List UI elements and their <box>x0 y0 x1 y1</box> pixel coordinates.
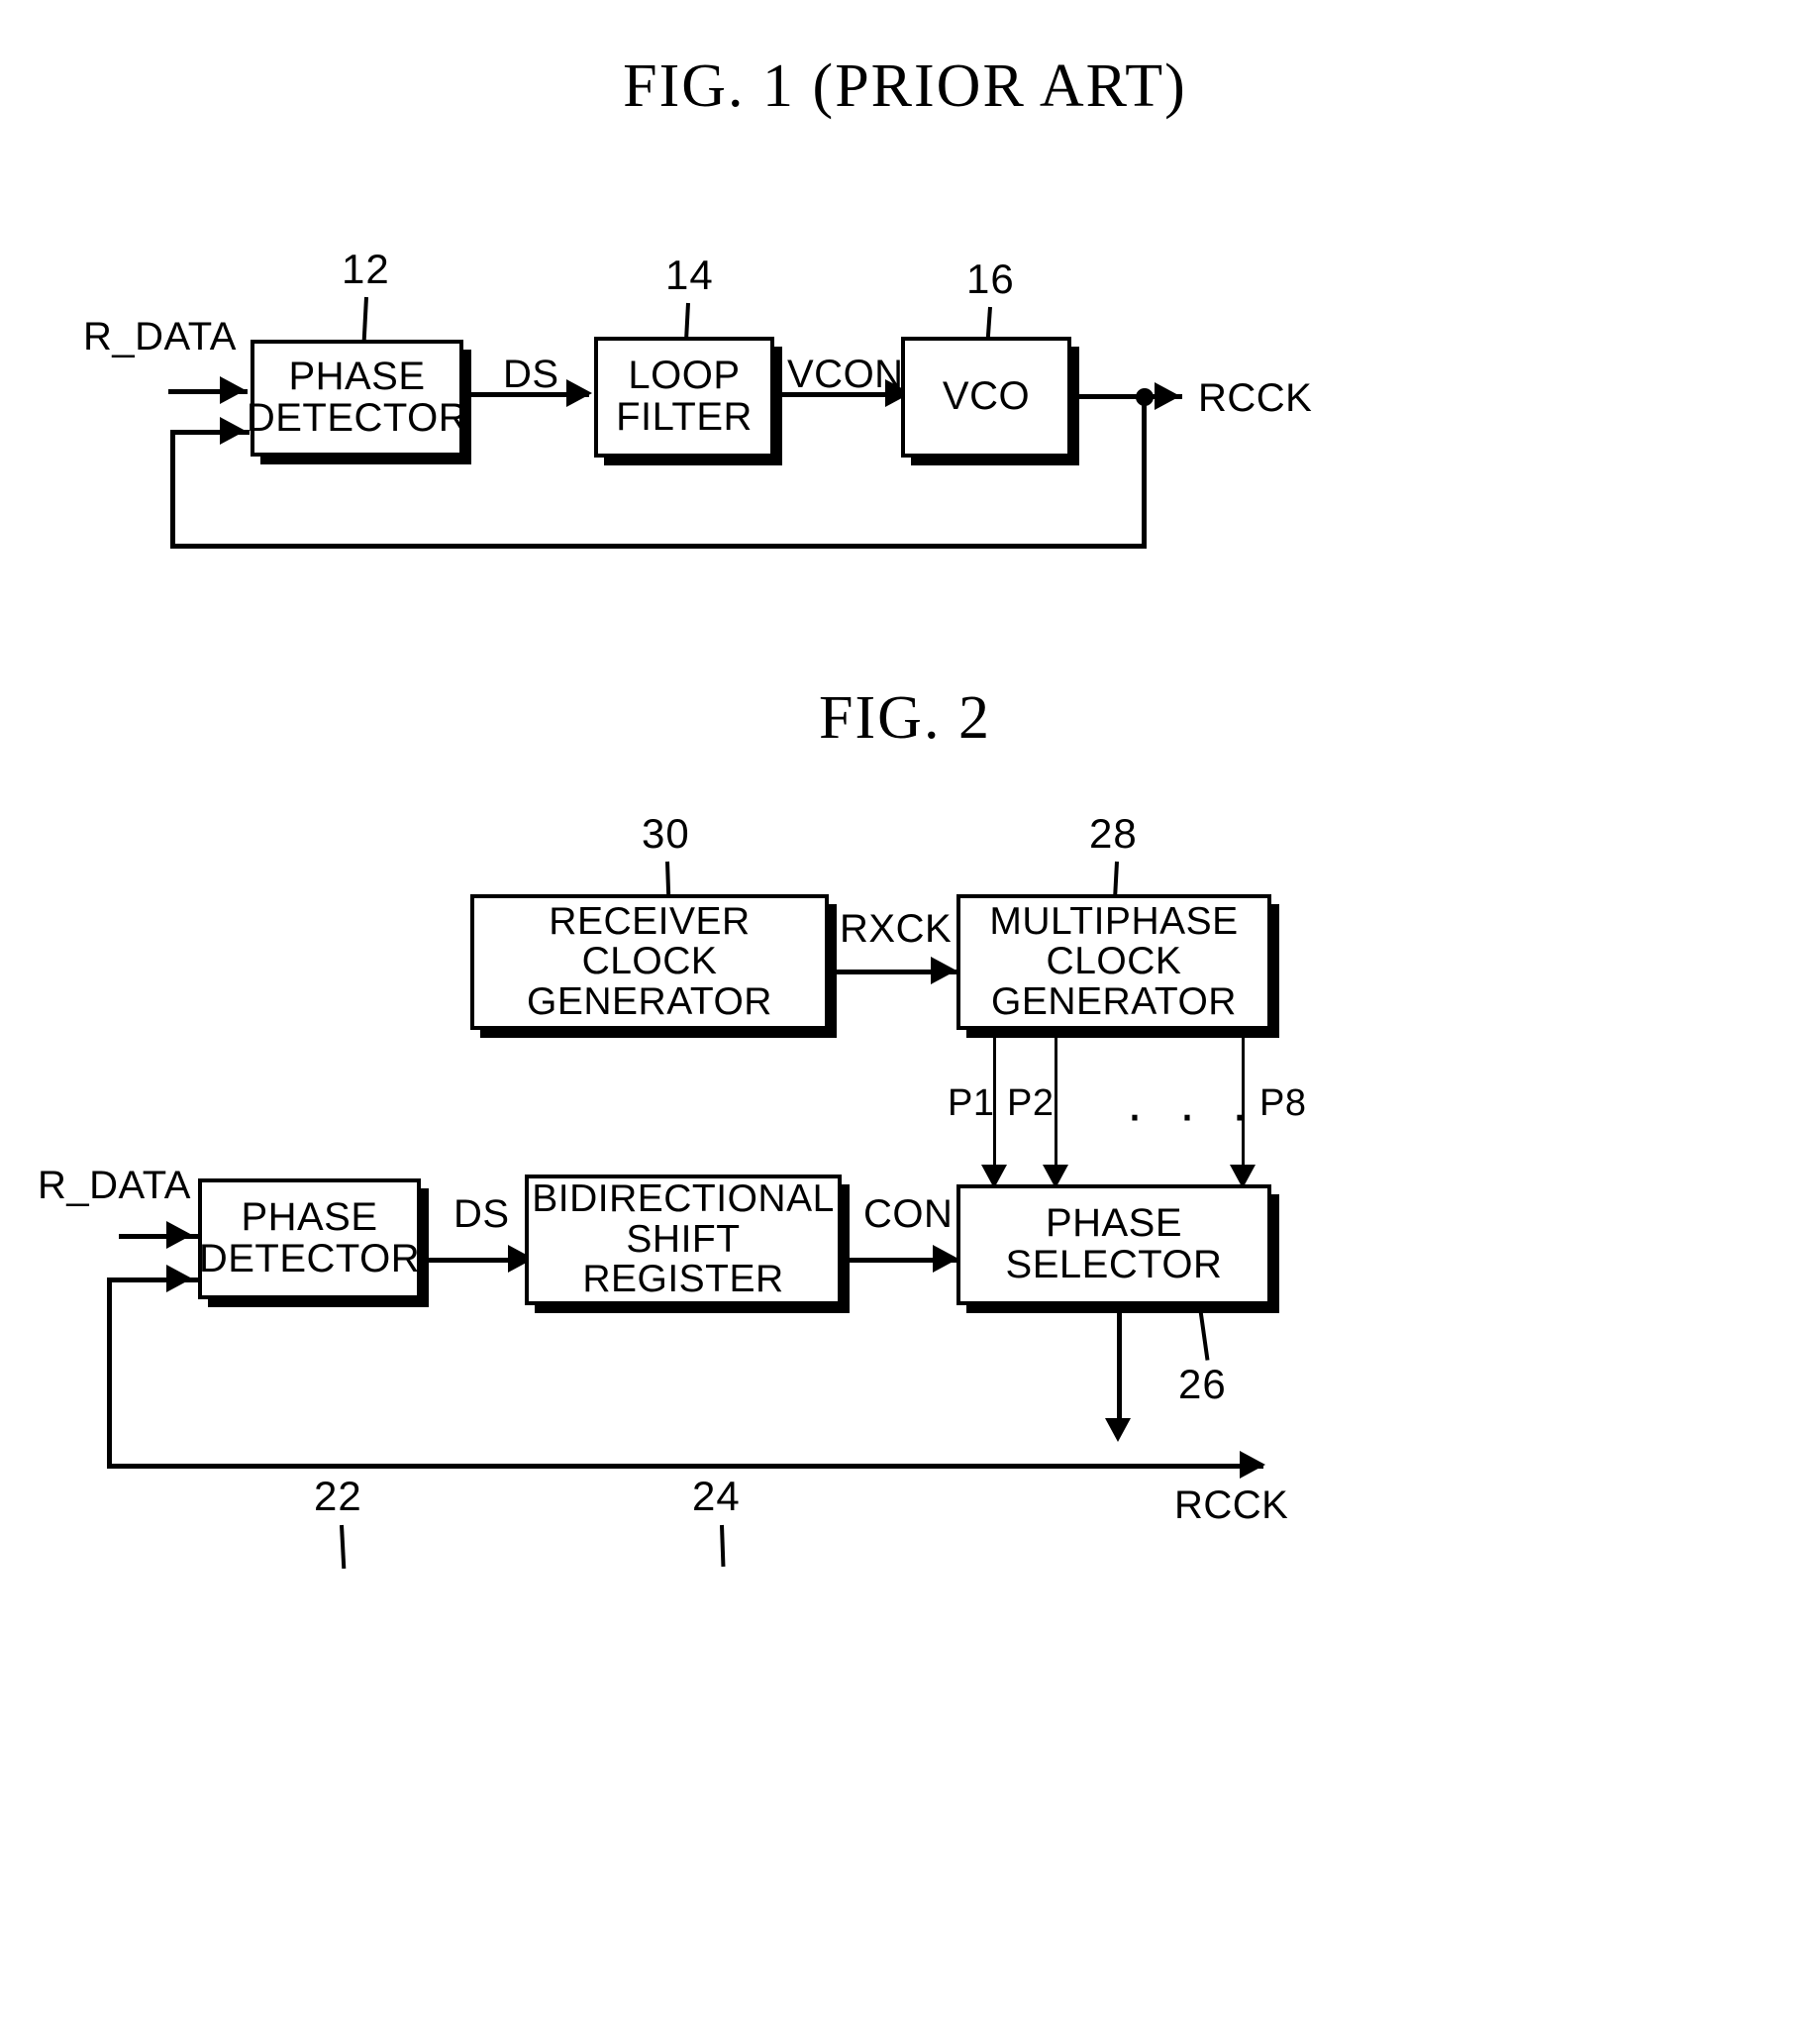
block-phase-selector-26: PHASE SELECTOR <box>956 1184 1271 1305</box>
reference-numeral-14: 14 <box>665 252 714 298</box>
block-label-receiver-clock-generator-30: RECEIVER CLOCK GENERATOR <box>527 899 772 1023</box>
reference-numeral-16: 16 <box>966 256 1015 302</box>
block-label-multiphase-clock-generator-28: MULTIPHASE CLOCK GENERATOR <box>989 899 1239 1023</box>
figure-1-title: FIG. 1 (PRIOR ART) <box>623 52 1187 120</box>
arrowhead-phase-selector-out <box>1105 1418 1131 1442</box>
wire-feedback-up-fig2 <box>107 1278 112 1468</box>
leader-line-26 <box>1198 1306 1210 1361</box>
leader-line-12 <box>361 296 368 342</box>
reference-numeral-24: 24 <box>692 1473 741 1519</box>
arrowhead-feedback-fig2 <box>166 1265 192 1292</box>
signal-label-p8: P8 <box>1259 1082 1307 1124</box>
signal-label-rxck: RXCK <box>840 907 953 951</box>
leader-line-24 <box>720 1524 726 1568</box>
wire-phase-tap-p2 <box>1055 1030 1057 1178</box>
block-label-vco-16: VCO <box>942 374 1031 419</box>
wire-phase-tap-p8 <box>1242 1030 1245 1178</box>
wire-phase-selector-out <box>1117 1305 1122 1432</box>
leader-line-22 <box>340 1524 347 1570</box>
block-bidirectional-shift-register-24: BIDIRECTIONAL SHIFT REGISTER <box>525 1175 842 1305</box>
signal-label-ds-fig2: DS <box>453 1192 510 1236</box>
wire-feedback-bottom-fig1 <box>170 544 1147 549</box>
block-loop-filter-14: LOOP FILTER <box>594 337 774 458</box>
signal-label-p2: P2 <box>1007 1082 1055 1124</box>
block-phase-detector-22: PHASE DETECTOR <box>198 1178 421 1299</box>
wire-rcck-bus-fig2 <box>107 1464 1263 1469</box>
block-label-loop-filter-14: LOOP FILTER <box>616 354 753 439</box>
reference-numeral-22: 22 <box>314 1473 362 1519</box>
reference-numeral-12: 12 <box>342 246 390 292</box>
wire-feedback-down-fig1 <box>1142 394 1147 549</box>
signal-label-con: CON <box>863 1192 954 1236</box>
arrowhead-rcck-fig2 <box>1240 1451 1265 1479</box>
block-label-phase-detector-12: PHASE DETECTOR <box>246 355 468 440</box>
reference-numeral-26: 26 <box>1178 1361 1227 1407</box>
signal-label-p1: P1 <box>948 1082 995 1124</box>
arrowhead-rxck <box>931 957 956 984</box>
block-vco-16: VCO <box>901 337 1071 458</box>
signal-label-rcck-fig1: RCCK <box>1198 376 1313 420</box>
reference-numeral-30: 30 <box>642 810 690 857</box>
phase-taps-ellipsis: · · · <box>1126 1084 1258 1144</box>
figure-2-title: FIG. 2 <box>819 684 991 752</box>
block-phase-detector-12: PHASE DETECTOR <box>247 340 467 457</box>
block-label-phase-detector-22: PHASE DETECTOR <box>198 1195 421 1280</box>
arrowhead-feedback-fig1 <box>220 417 246 445</box>
block-label-bidirectional-shift-register-24: BIDIRECTIONAL SHIFT REGISTER <box>532 1177 835 1301</box>
patent-figure-sheet: FIG. 1 (PRIOR ART) 12 14 16 R_DATA PHASE… <box>0 0 1810 2044</box>
signal-label-r-data-fig1: R_DATA <box>83 315 237 358</box>
block-receiver-clock-generator-30: RECEIVER CLOCK GENERATOR <box>470 894 829 1030</box>
wire-feedback-up-fig1 <box>170 430 175 547</box>
block-label-phase-selector-26: PHASE SELECTOR <box>1005 1201 1223 1286</box>
signal-label-rcck-fig2: RCCK <box>1174 1483 1289 1527</box>
arrowhead-con <box>933 1245 958 1273</box>
arrowhead-r-data-fig1 <box>220 376 246 404</box>
arrowhead-r-data-fig2 <box>166 1221 192 1249</box>
arrowhead-ds-fig1 <box>566 379 592 407</box>
arrowhead-rcck-fig1 <box>1155 382 1180 410</box>
reference-numeral-28: 28 <box>1089 810 1138 857</box>
block-multiphase-clock-generator-28: MULTIPHASE CLOCK GENERATOR <box>956 894 1271 1030</box>
signal-label-r-data-fig2: R_DATA <box>38 1164 191 1207</box>
leader-line-14 <box>684 302 690 342</box>
signal-label-ds-fig1: DS <box>503 353 559 396</box>
